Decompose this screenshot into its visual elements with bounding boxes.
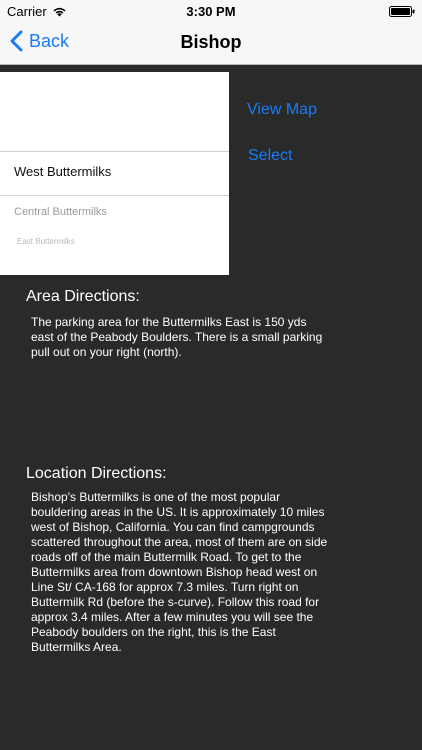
status-bar: Carrier 3:30 PM (0, 0, 422, 22)
picker-option-selected[interactable]: West Buttermilks (0, 164, 229, 179)
top-bar: Carrier 3:30 PM Back Bishop (0, 0, 422, 65)
area-directions-text: The parking area for the Buttermilks Eas… (31, 315, 323, 359)
page-title: Bishop (180, 32, 242, 52)
picker-option[interactable]: East Buttermilks (0, 237, 229, 246)
picker-divider (0, 151, 229, 152)
picker-divider (0, 195, 229, 196)
select-button[interactable]: Select (248, 147, 292, 165)
navigation-bar: Back Bishop (0, 22, 422, 65)
battery-icon (389, 6, 415, 17)
status-time: 3:30 PM (186, 4, 236, 19)
view-map-button[interactable]: View Map (247, 101, 317, 119)
picker-option[interactable]: Central Buttermilks (0, 206, 229, 218)
location-directions-text: Bishop's Buttermilks is one of the most … (31, 490, 328, 654)
location-directions-heading: Location Directions: (26, 465, 167, 482)
area-directions-heading: Area Directions: (26, 288, 140, 305)
